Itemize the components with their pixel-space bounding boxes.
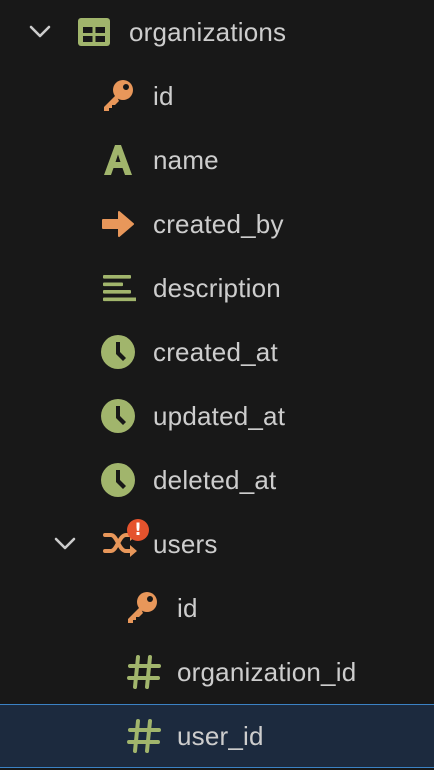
column-label: name xyxy=(153,145,219,175)
column-label: id xyxy=(153,81,174,111)
column-item-description[interactable]: description xyxy=(0,256,434,320)
column-label: description xyxy=(153,273,281,303)
clock-icon xyxy=(101,399,135,433)
chevron-down-icon[interactable] xyxy=(51,530,79,558)
foreign-key-arrow-icon xyxy=(102,211,134,237)
clock-icon xyxy=(101,335,135,369)
key-icon xyxy=(104,80,133,111)
hash-icon xyxy=(127,655,161,689)
column-label: created_by xyxy=(153,209,284,239)
column-item-deleted-at[interactable]: deleted_at xyxy=(0,448,434,512)
clock-icon xyxy=(101,463,135,497)
column-label: deleted_at xyxy=(153,465,277,495)
column-item-user-id[interactable]: user_id xyxy=(0,704,434,768)
hash-icon xyxy=(127,719,161,753)
table-icon xyxy=(78,18,110,46)
table-label: organizations xyxy=(129,17,287,47)
column-item-name[interactable]: name xyxy=(0,128,434,192)
column-label: created_at xyxy=(153,337,278,367)
column-item-users-id[interactable]: id xyxy=(0,576,434,640)
column-label: id xyxy=(177,593,198,623)
tree-item-users[interactable]: ! users xyxy=(0,512,434,576)
column-label: organization_id xyxy=(177,657,357,687)
column-label: user_id xyxy=(177,721,264,751)
relation-label: users xyxy=(153,529,218,559)
column-item-updated-at[interactable]: updated_at xyxy=(0,384,434,448)
warning-badge-icon: ! xyxy=(134,520,142,540)
long-text-icon xyxy=(103,275,136,302)
column-item-organization-id[interactable]: organization_id xyxy=(0,640,434,704)
text-type-icon xyxy=(104,145,132,175)
column-label: updated_at xyxy=(153,401,286,431)
column-item-created-at[interactable]: created_at xyxy=(0,320,434,384)
column-item-created-by[interactable]: created_by xyxy=(0,192,434,256)
tree-item-organizations[interactable]: organizations xyxy=(0,0,434,64)
key-icon xyxy=(128,592,157,623)
chevron-down-icon[interactable] xyxy=(26,18,54,46)
column-item-id[interactable]: id xyxy=(0,64,434,128)
